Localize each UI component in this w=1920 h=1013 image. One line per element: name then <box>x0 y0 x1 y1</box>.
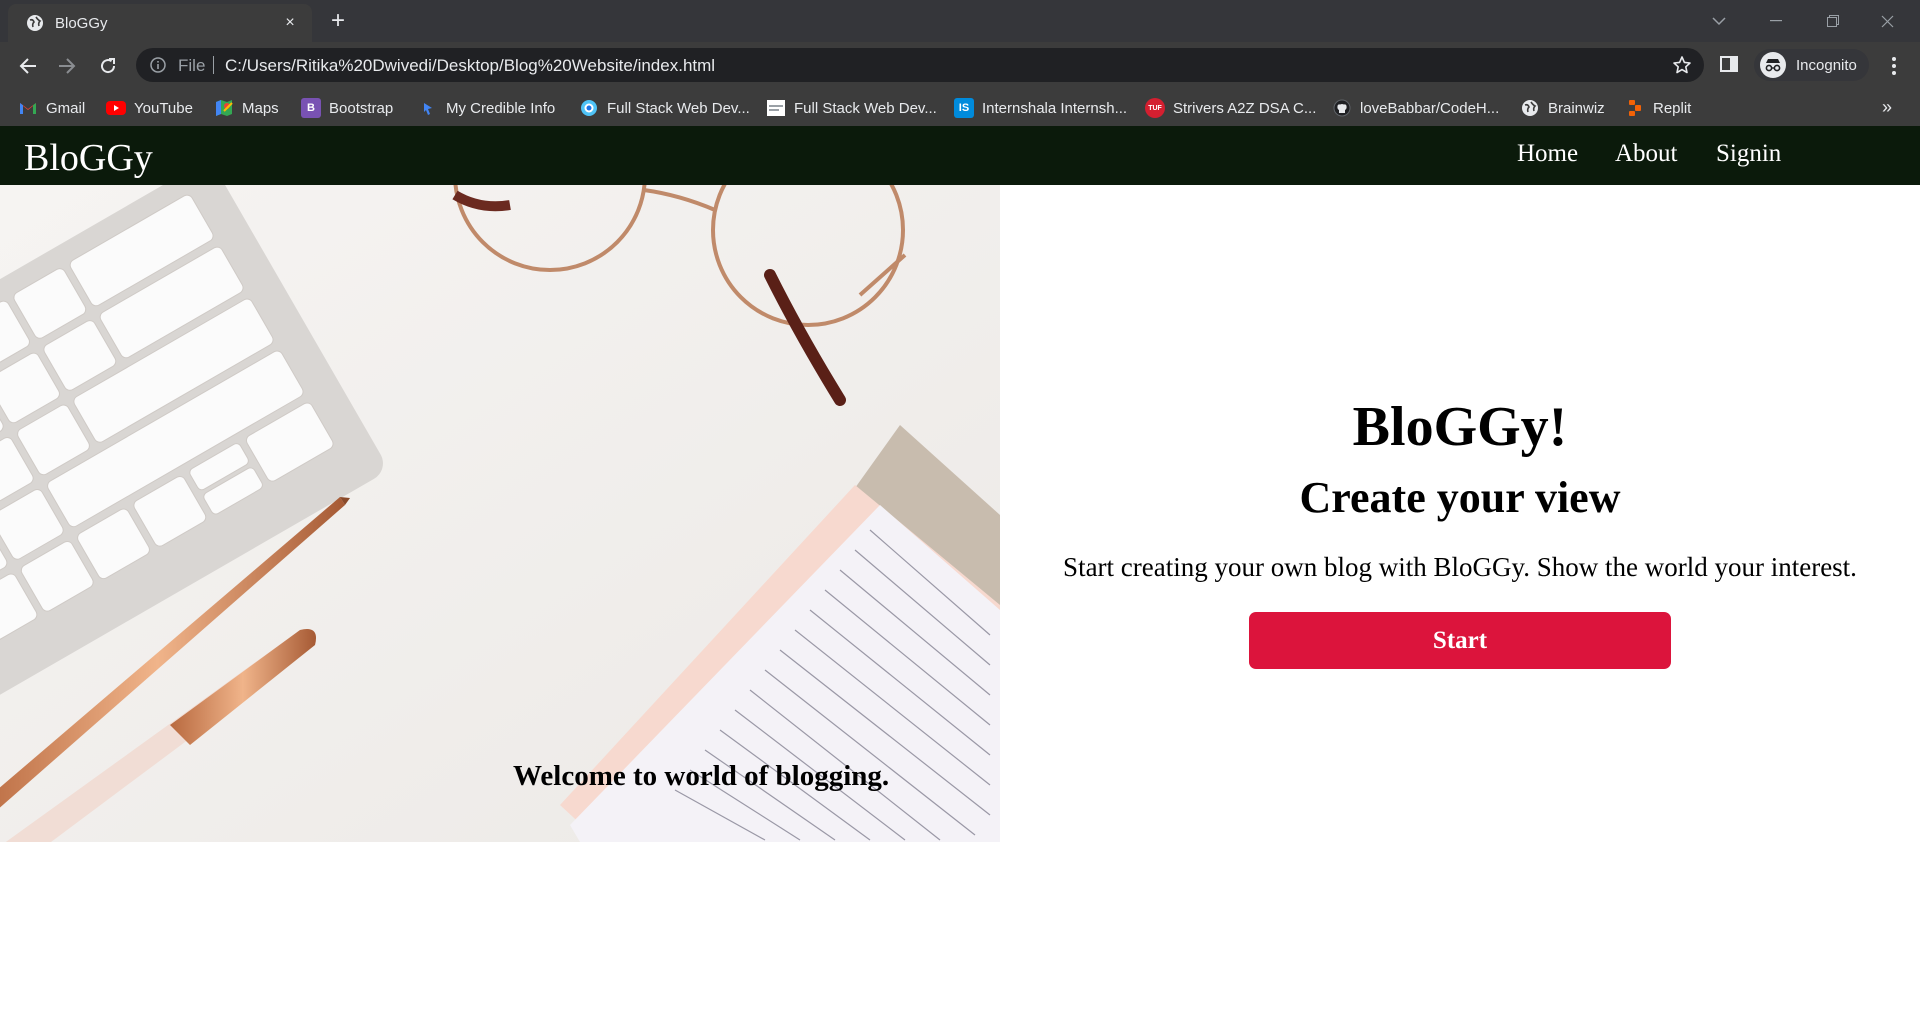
nav-link-home[interactable]: Home <box>1517 140 1578 168</box>
hero-title: BloGGy! <box>1352 396 1568 458</box>
hero-subtitle: Create your view <box>1299 473 1621 522</box>
url-scheme: File <box>178 56 206 75</box>
nav-link-about[interactable]: About <box>1615 140 1678 168</box>
bookmark-maps[interactable]: Maps <box>214 97 279 119</box>
start-button[interactable]: Start <box>1249 612 1671 669</box>
new-tab-button[interactable]: + <box>325 8 351 34</box>
incognito-profile[interactable]: Incognito <box>1754 49 1869 81</box>
globe-icon <box>1520 98 1540 118</box>
bootstrap-icon: B <box>301 98 321 118</box>
site-brand[interactable]: BloGGy <box>24 136 153 180</box>
bookmark-label: Maps <box>242 99 279 117</box>
url-separator <box>213 56 214 74</box>
bookmark-label: Strivers A2Z DSA C... <box>1173 99 1317 117</box>
bookmark-bootstrap[interactable]: B Bootstrap <box>301 97 393 119</box>
bookmark-my-credible-info[interactable]: My Credible Info <box>418 97 555 119</box>
bookmark-youtube[interactable]: YouTube <box>106 97 193 119</box>
bookmark-label: Gmail <box>46 99 86 117</box>
address-bar[interactable]: File C:/Users/Ritika%20Dwivedi/Desktop/B… <box>136 48 1704 82</box>
bookmark-label: loveBabbar/CodeH... <box>1360 99 1500 117</box>
credible-icon <box>418 98 438 118</box>
close-icon[interactable]: × <box>280 13 300 33</box>
bookmark-gmail[interactable]: Gmail <box>18 97 85 119</box>
tuf-icon: TUF <box>1145 98 1165 118</box>
kebab-menu-icon[interactable] <box>1884 52 1904 80</box>
forward-button[interactable] <box>53 52 81 80</box>
more-bookmarks-icon[interactable]: » <box>1882 97 1892 118</box>
restore-button[interactable] <box>1810 6 1856 36</box>
hero-image: Welcome to world of blogging. <box>0 185 1000 842</box>
side-panel-icon[interactable] <box>1719 54 1739 74</box>
bookmarks-bar: Gmail YouTube Maps B Bootstrap My Credib… <box>0 89 1920 126</box>
hero-image-caption: Welcome to world of blogging. <box>513 760 890 792</box>
bookmark-label: Bootstrap <box>329 99 394 117</box>
incognito-label: Incognito <box>1796 56 1857 74</box>
site-navbar: BloGGy Home About Signin <box>0 126 1920 185</box>
globe-blue-icon <box>579 98 599 118</box>
info-icon[interactable] <box>150 57 166 73</box>
bookmark-brainwiz[interactable]: Brainwiz <box>1520 97 1605 119</box>
bookmark-label: Brainwiz <box>1548 99 1605 117</box>
replit-icon <box>1625 98 1645 118</box>
back-button[interactable] <box>14 52 42 80</box>
chevron-down-icon[interactable] <box>1696 6 1742 36</box>
bookmark-label: Full Stack Web Dev... <box>607 99 750 117</box>
bookmark-internshala[interactable]: IS Internshala Internsh... <box>954 97 1127 119</box>
page-icon <box>766 98 786 118</box>
maps-icon <box>214 98 234 118</box>
hero-content: BloGGy! Create your view Start creating … <box>1000 185 1920 842</box>
bookmark-lovebabbar[interactable]: loveBabbar/CodeH... <box>1332 97 1499 119</box>
gmail-icon <box>18 98 38 118</box>
bookmark-label: My Credible Info <box>446 99 556 117</box>
youtube-icon <box>106 98 126 118</box>
browser-tab-active[interactable]: BloGGy × <box>8 4 312 42</box>
bookmark-label: YouTube <box>134 99 193 117</box>
browser-toolbar: File C:/Users/Ritika%20Dwivedi/Desktop/B… <box>0 42 1920 89</box>
reload-button[interactable] <box>94 52 122 80</box>
incognito-icon <box>1760 52 1786 78</box>
internshala-icon: IS <box>954 98 974 118</box>
minimize-button[interactable] <box>1753 6 1799 36</box>
bookmark-strivers[interactable]: TUF Strivers A2Z DSA C... <box>1145 97 1316 119</box>
bookmark-replit[interactable]: Replit <box>1625 97 1691 119</box>
nav-link-signin[interactable]: Signin <box>1716 140 1781 168</box>
bookmark-full-stack-1[interactable]: Full Stack Web Dev... <box>579 97 750 119</box>
close-window-button[interactable] <box>1864 6 1910 36</box>
star-icon[interactable] <box>1672 55 1692 75</box>
bookmark-label: Full Stack Web Dev... <box>794 99 937 117</box>
bookmark-full-stack-2[interactable]: Full Stack Web Dev... <box>766 97 937 119</box>
bookmark-label: Replit <box>1653 99 1692 117</box>
github-icon <box>1332 98 1352 118</box>
tab-title: BloGGy <box>55 15 108 32</box>
url-text[interactable]: C:/Users/Ritika%20Dwivedi/Desktop/Blog%2… <box>225 56 715 76</box>
hero-description: Start creating your own blog with BloGGy… <box>1063 552 1857 582</box>
browser-titlebar: BloGGy × + <box>0 0 1920 42</box>
globe-icon <box>26 14 44 32</box>
bookmark-label: Internshala Internsh... <box>982 99 1128 117</box>
